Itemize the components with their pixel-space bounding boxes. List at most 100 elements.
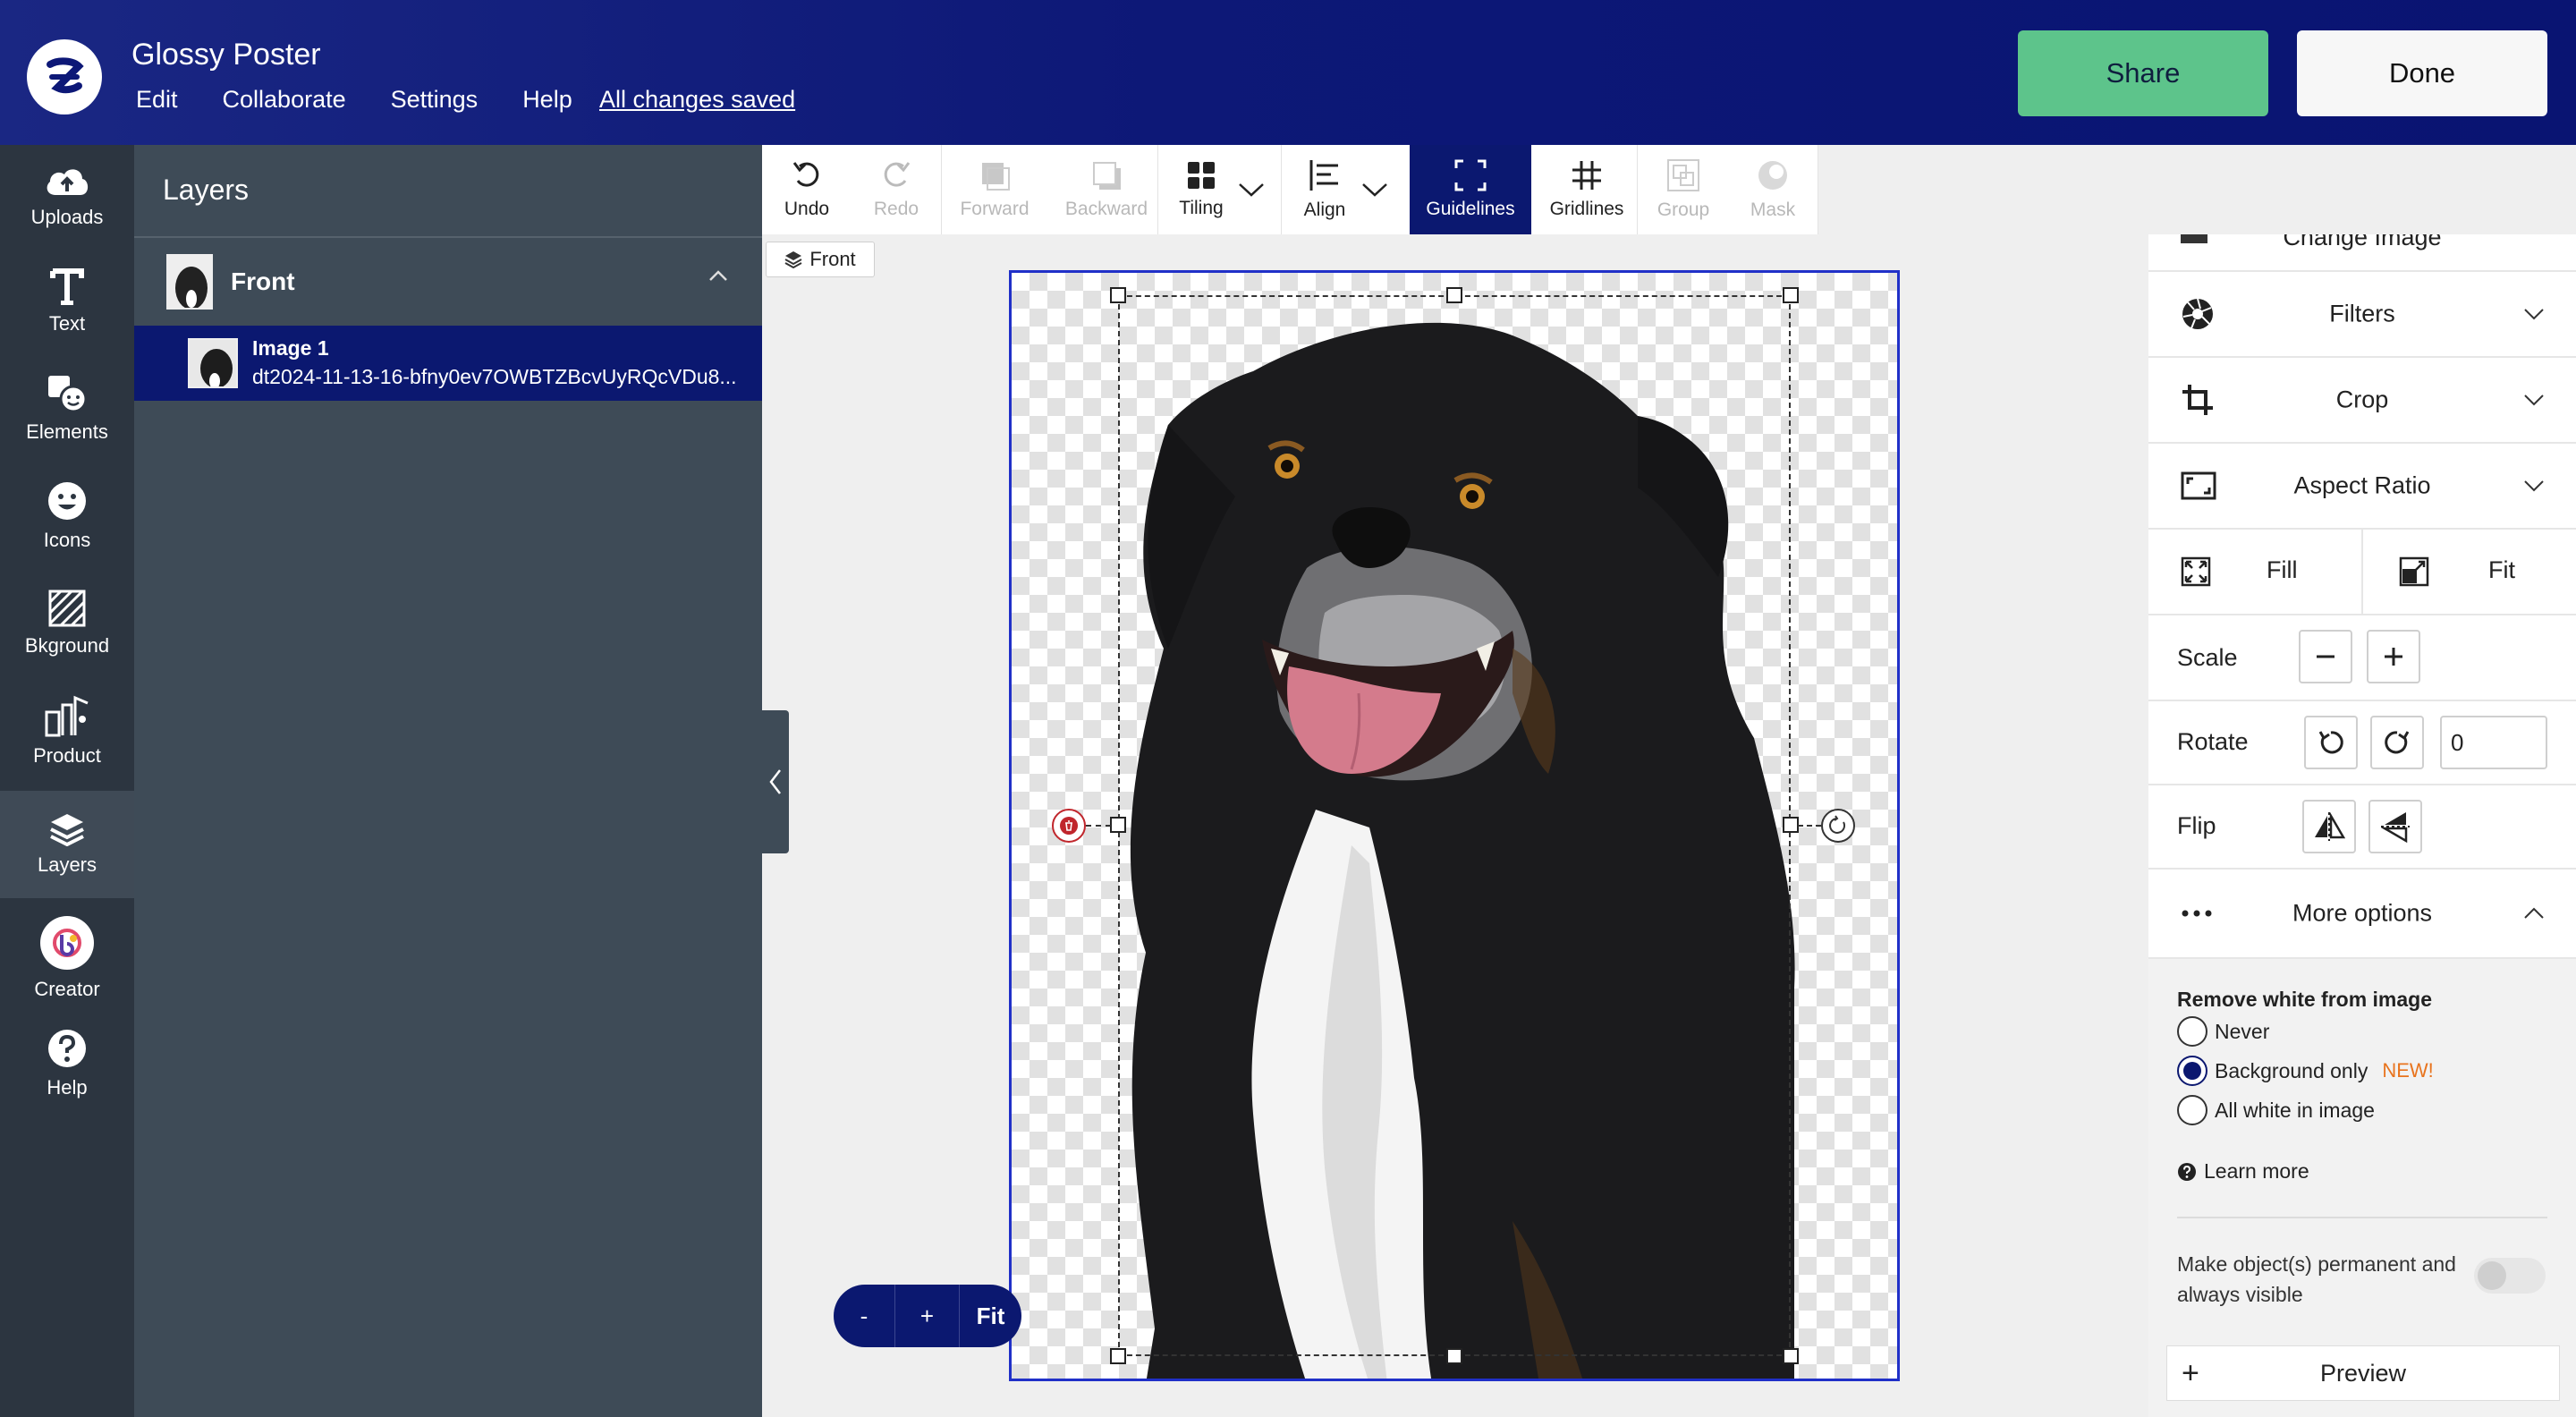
menu-edit[interactable]: Edit <box>136 86 178 114</box>
remove-white-title: Remove white from image <box>2177 988 2433 1011</box>
resize-handle-top-left[interactable] <box>1110 287 1126 303</box>
layer-item-image-1[interactable]: Image 1 dt2024-11-13-16-bfny0ev7OWBTZBcv… <box>134 326 762 401</box>
aspect-ratio-row[interactable]: Aspect Ratio <box>2148 444 2576 530</box>
remove-white-background-only[interactable]: Background only NEW! <box>2177 1056 2434 1086</box>
bring-forward-button[interactable]: Forward <box>941 145 1048 234</box>
side-tag-label: Front <box>809 248 856 270</box>
help-icon <box>48 1030 86 1067</box>
rotate-angle-input[interactable]: 0 <box>2440 716 2547 769</box>
resize-handle-left[interactable] <box>1110 817 1126 833</box>
resize-handle-bottom-right[interactable] <box>1783 1348 1799 1364</box>
side-tag-front[interactable]: Front <box>766 242 875 277</box>
guidelines-icon <box>1454 159 1487 191</box>
mask-label: Mask <box>1750 199 1796 220</box>
collapse-panel-button[interactable] <box>762 710 789 853</box>
document-title[interactable]: Glossy Poster <box>131 38 321 72</box>
rotate-handle[interactable] <box>1821 809 1855 843</box>
question-circle-icon <box>2178 1162 2196 1181</box>
rail-help[interactable]: Help <box>0 1014 134 1113</box>
scale-down-button[interactable] <box>2299 630 2352 683</box>
zoom-in-button[interactable]: + <box>894 1285 959 1347</box>
preview-button[interactable]: + Preview <box>2166 1345 2560 1401</box>
gridlines-toggle[interactable]: Gridlines <box>1531 145 1642 234</box>
zoom-fit-button[interactable]: Fit <box>959 1285 1021 1347</box>
zoom-controls: - + Fit <box>834 1285 1021 1347</box>
fill-button[interactable]: Fill <box>2148 530 2361 615</box>
group-button[interactable]: Group <box>1639 145 1728 234</box>
remove-white-never[interactable]: Never <box>2177 1016 2269 1047</box>
learn-more-link[interactable]: Learn more <box>2177 1159 2309 1184</box>
rail-creator[interactable]: Creator <box>0 904 134 1013</box>
fit-button[interactable]: Fit <box>2363 530 2576 615</box>
redo-button[interactable]: Redo <box>852 145 941 234</box>
delete-handle[interactable] <box>1052 809 1086 843</box>
backward-label: Backward <box>1064 199 1148 219</box>
mask-button[interactable]: Mask <box>1728 145 1818 234</box>
tiling-button[interactable]: Tiling <box>1161 145 1241 234</box>
flip-vertical-button[interactable] <box>2368 800 2422 853</box>
chevron-left-icon <box>769 769 781 794</box>
done-button[interactable]: Done <box>2297 30 2547 116</box>
rail-label: Bkground <box>24 634 110 657</box>
radio-button[interactable] <box>2177 1095 2207 1125</box>
rail-uploads[interactable]: Uploads <box>0 147 134 245</box>
rail-layers[interactable]: Layers <box>0 791 134 898</box>
shapes-icon <box>48 376 88 413</box>
chevron-up-icon[interactable] <box>707 265 730 288</box>
save-status-link[interactable]: All changes saved <box>599 86 795 114</box>
menu-collaborate[interactable]: Collaborate <box>223 86 346 114</box>
filters-row[interactable]: Filters <box>2148 272 2576 358</box>
layers-icon <box>50 814 84 846</box>
guidelines-toggle[interactable]: Guidelines <box>1410 145 1531 234</box>
send-backward-button[interactable]: Backward <box>1048 145 1165 234</box>
align-button[interactable]: Align <box>1284 145 1365 234</box>
align-dropdown-chevron-icon[interactable] <box>1360 179 1390 200</box>
change-image-row[interactable]: Change Image <box>2148 234 2576 272</box>
aspect-ratio-label: Aspect Ratio <box>2293 471 2431 499</box>
zoom-out-button[interactable]: - <box>834 1285 894 1347</box>
resize-handle-top-right[interactable] <box>1783 287 1799 303</box>
scale-up-button[interactable] <box>2367 630 2420 683</box>
share-button[interactable]: Share <box>2018 30 2268 116</box>
rail-background[interactable]: Bkground <box>0 574 134 673</box>
menu-help[interactable]: Help <box>522 86 572 114</box>
divider <box>1157 145 1158 234</box>
undo-icon <box>792 162 819 187</box>
crop-row[interactable]: Crop <box>2148 358 2576 444</box>
radio-label: All white in image <box>2215 1098 2375 1122</box>
layer-thumbnail <box>166 254 213 310</box>
flip-horizontal-button[interactable] <box>2302 800 2356 853</box>
radio-label: Never <box>2215 1019 2270 1043</box>
rail-text[interactable]: Text <box>0 252 134 351</box>
flip-label: Flip <box>2177 812 2216 839</box>
resize-handle-bottom[interactable] <box>1446 1348 1462 1364</box>
rotate-ccw-button[interactable] <box>2304 716 2358 769</box>
rotate-cw-button[interactable] <box>2370 716 2424 769</box>
rail-product[interactable]: Product <box>0 682 134 780</box>
undo-button[interactable]: Undo <box>762 145 852 234</box>
tiling-dropdown-chevron-icon[interactable] <box>1236 179 1267 200</box>
main-menu: Edit Collaborate Settings Help <box>136 86 617 114</box>
radio-button-selected[interactable] <box>2177 1056 2207 1086</box>
bring-forward-icon <box>982 163 1010 191</box>
more-options-row[interactable]: More options <box>2148 870 2576 959</box>
fill-fit-row: Fill Fit <box>2148 530 2576 615</box>
rail-elements[interactable]: Elements <box>0 360 134 458</box>
radio-button[interactable] <box>2177 1016 2207 1047</box>
permanent-visible-label: Make object(s) permanent and always visi… <box>2177 1252 2456 1306</box>
layer-group-name: Front <box>231 267 295 295</box>
resize-handle-top[interactable] <box>1446 287 1462 303</box>
forward-label: Forward <box>960 199 1030 219</box>
redo-label: Redo <box>873 199 919 219</box>
resize-handle-bottom-left[interactable] <box>1110 1348 1126 1364</box>
zazzle-logo-icon[interactable] <box>27 39 102 115</box>
rotate-ccw-icon <box>2318 731 2343 754</box>
menu-settings[interactable]: Settings <box>391 86 479 114</box>
canvas-toolbar: Undo Redo Forward Backward Tiling Align … <box>762 145 1818 234</box>
remove-white-all[interactable]: All white in image <box>2177 1095 2375 1125</box>
permanent-visible-toggle[interactable] <box>2474 1258 2546 1294</box>
divider <box>1281 145 1282 234</box>
resize-handle-right[interactable] <box>1783 817 1799 833</box>
rail-icons[interactable]: Icons <box>0 467 134 565</box>
layer-group-front[interactable]: Front <box>134 238 762 326</box>
